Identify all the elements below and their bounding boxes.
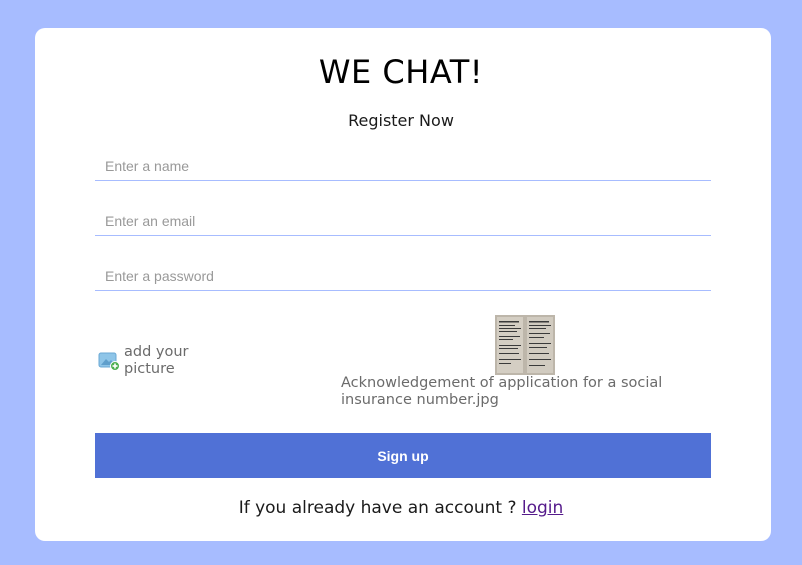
selected-file-name: Acknowledgement of application for a soc… (341, 375, 663, 408)
login-prompt-text: If you already have an account ? (238, 498, 522, 518)
avatar-upload-text: add your picture (124, 344, 189, 377)
email-input[interactable] (95, 206, 711, 236)
page-subtitle: Register Now (348, 111, 454, 130)
selected-image-thumbnail (495, 315, 555, 375)
login-link[interactable]: login (522, 498, 563, 518)
app-title: WE CHAT! (318, 53, 484, 91)
name-input[interactable] (95, 151, 711, 181)
password-input[interactable] (95, 261, 711, 291)
avatar-upload-label[interactable]: add your picture (98, 344, 204, 378)
signup-button[interactable]: Sign up (95, 433, 711, 478)
login-prompt: If you already have an account ? login (0, 497, 802, 519)
add-image-icon (98, 352, 120, 371)
